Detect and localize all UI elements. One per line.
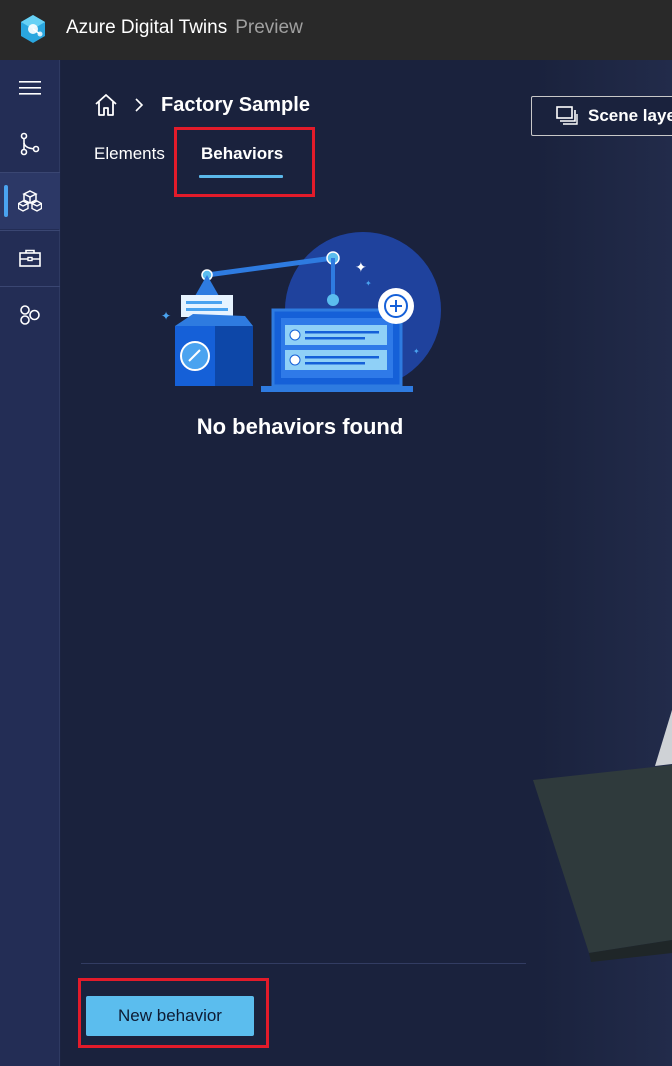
graph-icon — [20, 132, 40, 156]
azure-digital-twins-logo-icon — [21, 15, 45, 43]
svg-text:✦: ✦ — [413, 347, 420, 356]
preview-badge: Preview — [235, 17, 303, 38]
hamburger-icon — [19, 81, 41, 95]
breadcrumb: Factory Sample — [93, 90, 310, 120]
tab-elements[interactable]: Elements — [94, 144, 165, 164]
app-title: Azure Digital Twins Preview — [66, 17, 303, 39]
scene-3d-model — [533, 60, 672, 1066]
nav-twin-graph[interactable] — [0, 116, 60, 172]
behaviors-tab-highlight — [174, 127, 315, 197]
nav-scenes[interactable] — [0, 173, 60, 229]
nav-models[interactable] — [0, 287, 60, 343]
left-nav-rail — [0, 60, 60, 1066]
app-name: Azure Digital Twins — [66, 17, 228, 38]
cubes-icon — [18, 190, 42, 212]
nav-toolkit[interactable] — [0, 230, 60, 286]
footer-divider — [81, 963, 526, 964]
chevron-right-icon — [135, 98, 144, 112]
page-title: Factory Sample — [161, 93, 310, 116]
empty-state-message: No behaviors found — [196, 414, 404, 439]
models-icon — [20, 305, 40, 325]
main-panel: Factory Sample Scene laye Elements Behav… — [61, 60, 672, 1066]
empty-behaviors-illustration: ✦ ✦ ✦ ✦ — [161, 232, 441, 392]
briefcase-icon — [19, 249, 41, 267]
svg-text:✦: ✦ — [355, 260, 367, 276]
home-icon[interactable] — [93, 92, 119, 118]
svg-text:✦: ✦ — [161, 309, 171, 323]
scene-layers-button[interactable]: Scene laye — [531, 96, 672, 136]
svg-text:✦: ✦ — [365, 279, 372, 288]
new-behavior-highlight — [78, 978, 269, 1048]
nav-menu-button[interactable] — [0, 60, 60, 116]
top-bar: Azure Digital Twins Preview — [0, 0, 672, 60]
scene-layers-label: Scene laye — [588, 106, 672, 125]
layers-icon — [556, 106, 578, 125]
